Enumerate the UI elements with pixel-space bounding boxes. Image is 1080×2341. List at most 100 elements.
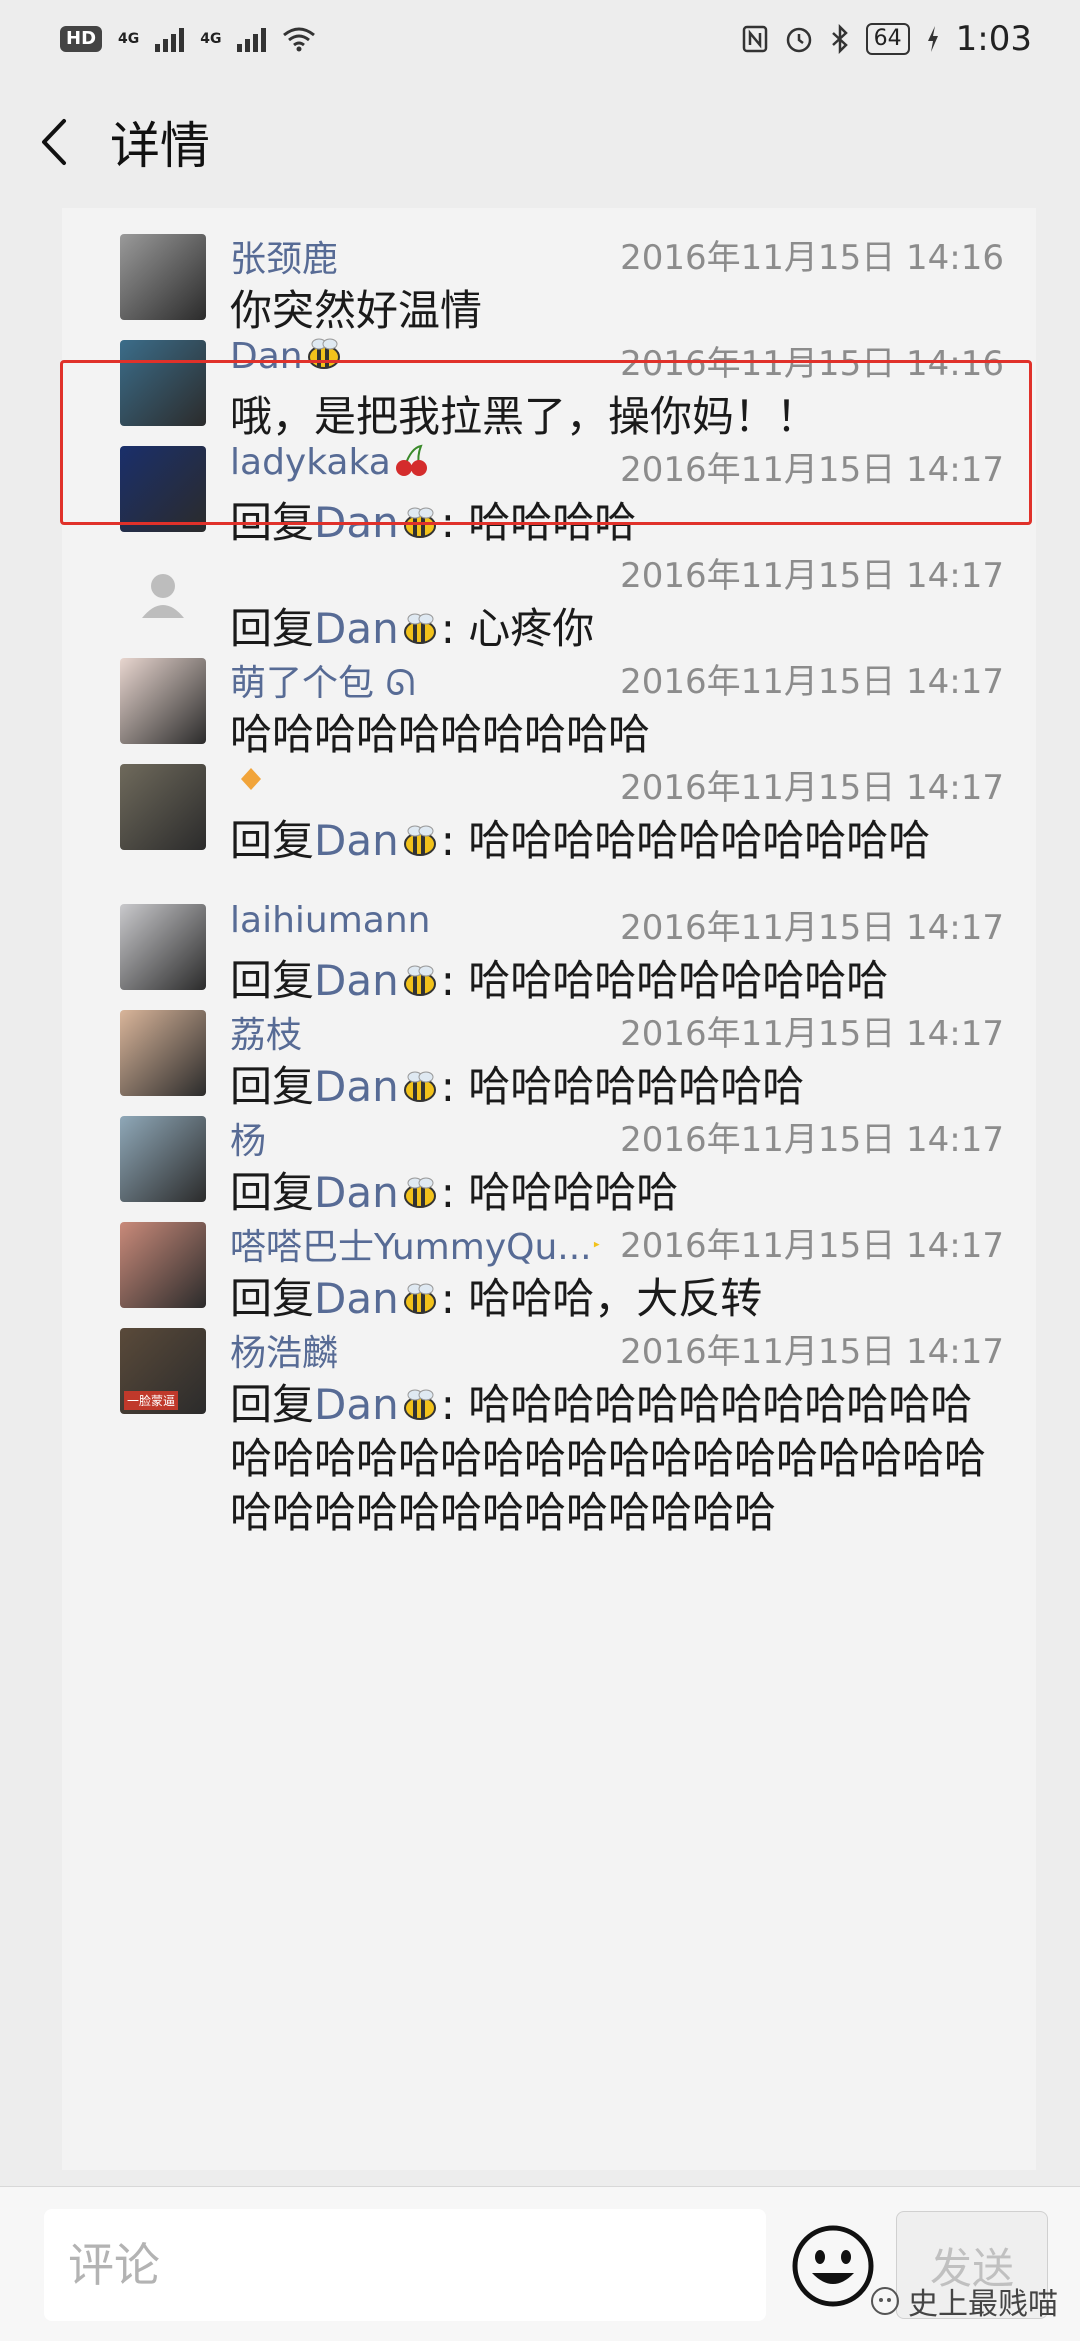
reply-target-name[interactable]: Dan [314, 956, 399, 1005]
comment-time: 2016年11月15日 14:17 [620, 662, 1004, 702]
comment-text: 回复Dan : 哈哈哈哈哈 [230, 1166, 1010, 1220]
wechat-official-icon [871, 2287, 899, 2315]
comment-input[interactable] [44, 2209, 766, 2321]
comment-text: 回复Dan : 哈哈哈哈哈哈哈哈哈哈 [230, 954, 1010, 1008]
wifi-icon [283, 27, 316, 52]
hd-badge: HD [60, 26, 103, 52]
avatar-caption: 一脸蒙逼 [124, 1391, 179, 1410]
reply-target-name[interactable]: Dan [314, 1062, 399, 1111]
comment-text: 回复Dan: 哈哈哈哈哈哈哈哈 [230, 1060, 1010, 1114]
highlight-box [60, 360, 1032, 525]
default-user-icon [142, 574, 184, 618]
status-bar: HD 4G 4G 64 1:03 [0, 0, 1080, 78]
diamond-emoji-icon [241, 768, 261, 790]
avatar[interactable] [120, 904, 206, 990]
avatar[interactable] [120, 1010, 206, 1096]
bee-emoji-icon [403, 965, 436, 996]
reply-prefix: 回复 [230, 1380, 315, 1429]
watermark: 史上最贱喵 [870, 2279, 1058, 2323]
commenter-name-text: 嗒嗒巴士YummyQu... [230, 1227, 592, 1268]
watermark-text: 史上最贱喵 [908, 2287, 1058, 2322]
comment-text: 回复Dan : 哈哈哈，大反转 [230, 1272, 1010, 1326]
avatar[interactable] [120, 1222, 206, 1308]
comment-text: 你突然好温情 [230, 284, 1010, 338]
comment-time: 2016年11月15日 14:16 [620, 238, 1004, 278]
bluetooth-icon [831, 24, 848, 54]
avatar[interactable] [120, 552, 206, 638]
bee-emoji-icon [403, 1283, 436, 1314]
comment-body: : 哈哈哈哈哈 [440, 1168, 679, 1217]
reply-prefix: 回复 [230, 1168, 315, 1217]
avatar[interactable] [120, 764, 206, 850]
comment-time: 2016年11月15日 14:17 [620, 768, 1004, 808]
comment-text: 回复Dan : 哈哈哈哈哈哈哈哈哈哈哈 [230, 814, 1010, 868]
alarm-icon [786, 27, 811, 53]
comment-text: 回复Dan : 心疼你 [230, 602, 1010, 656]
signal-icon [155, 26, 185, 52]
bee-emoji-icon [403, 825, 436, 856]
commenter-name-text: 张颈鹿 [230, 239, 339, 280]
comment-bar: 发送 史上最贱喵 [0, 2186, 1080, 2341]
reply-prefix: 回复 [230, 1062, 315, 1111]
status-bar-left: HD 4G 4G [60, 26, 316, 52]
clock: 1:03 [955, 19, 1032, 59]
reply-target-name[interactable]: Dan [314, 604, 399, 653]
commenter-name[interactable]: 张颈鹿 [230, 230, 338, 282]
commenter-name-text: laihiumann [230, 900, 431, 941]
bee-emoji-icon [403, 613, 436, 644]
nav-header: 详情 [0, 78, 1080, 206]
comment-time: 2016年11月15日 14:17 [620, 1332, 1004, 1372]
comment-time: 2016年11月15日 14:17 [620, 1014, 1004, 1054]
avatar[interactable] [120, 1116, 206, 1202]
comment-time: 2016年11月15日 14:17 [620, 556, 1004, 596]
comment-body: : 哈哈哈哈哈哈哈哈哈哈哈 [440, 816, 931, 865]
comment-text: 哈哈哈哈哈哈哈哈哈哈 [230, 708, 1010, 762]
comment-body: : 哈哈哈，大反转 [440, 1274, 763, 1323]
comment-text: 回复Dan: 哈哈哈哈哈哈哈哈哈哈哈哈哈哈哈哈哈哈哈哈哈哈哈哈哈哈哈哈哈哈哈哈哈… [230, 1378, 1010, 1540]
commenter-name[interactable]: 杨 [230, 1112, 266, 1164]
back-button[interactable] [0, 78, 110, 206]
bee-emoji-icon [403, 1177, 436, 1208]
reply-prefix: 回复 [230, 956, 315, 1005]
smiley-icon [792, 2225, 874, 2307]
bee-emoji-icon [403, 1071, 436, 1102]
reply-target-name[interactable]: Dan [314, 1274, 399, 1323]
comment-body: : 心疼你 [440, 604, 595, 653]
comment-time: 2016年11月15日 14:17 [620, 1120, 1004, 1160]
page-title: 详情 [110, 117, 210, 175]
reply-prefix: 回复 [230, 1274, 315, 1323]
commenter-name[interactable]: 杨浩麟 [230, 1324, 338, 1376]
emoji-button[interactable] [790, 2223, 876, 2309]
reply-target-name[interactable]: Dan [314, 1168, 399, 1217]
bee-emoji-icon [403, 1389, 436, 1420]
battery-level: 64 [865, 23, 910, 55]
commenter-name[interactable]: 萌了个包 ᘏ [230, 654, 415, 706]
avatar[interactable]: 一脸蒙逼 [120, 1328, 206, 1414]
avatar[interactable] [120, 658, 206, 744]
commenter-name[interactable] [230, 760, 272, 801]
comment-body: 哈哈哈哈哈哈哈哈哈哈 [230, 710, 651, 759]
small-flag-icon [593, 1241, 600, 1248]
nfc-icon [742, 25, 767, 53]
commenter-name-text: 杨浩麟 [230, 1333, 339, 1374]
reply-target-name[interactable]: Dan [314, 816, 399, 865]
comment-body: : 哈哈哈哈哈哈哈哈哈哈 [440, 956, 889, 1005]
commenter-name-text: 杨 [230, 1121, 267, 1162]
comment-time: 2016年11月15日 14:17 [620, 908, 1004, 948]
commenter-name[interactable]: laihiumann [230, 900, 430, 941]
charging-icon [927, 26, 938, 52]
reply-prefix: 回复 [230, 604, 315, 653]
network-type-1: 4G [118, 31, 140, 47]
commenter-name-text: 萌了个包 [230, 663, 375, 704]
commenter-name[interactable]: 嗒嗒巴士YummyQu... [230, 1218, 612, 1270]
commenter-name-text: 荔枝 [230, 1015, 303, 1056]
comment-body: 你突然好温情 [230, 286, 483, 335]
avatar[interactable] [120, 234, 206, 320]
signal-icon-2 [237, 26, 267, 52]
status-bar-right: 64 1:03 [742, 19, 1032, 59]
chevron-left-icon [42, 119, 66, 165]
reply-prefix: 回复 [230, 816, 315, 865]
commenter-name[interactable]: 荔枝 [230, 1006, 302, 1058]
reply-target-name[interactable]: Dan [314, 1380, 399, 1429]
comment-time: 2016年11月15日 14:17 [620, 1226, 1004, 1266]
